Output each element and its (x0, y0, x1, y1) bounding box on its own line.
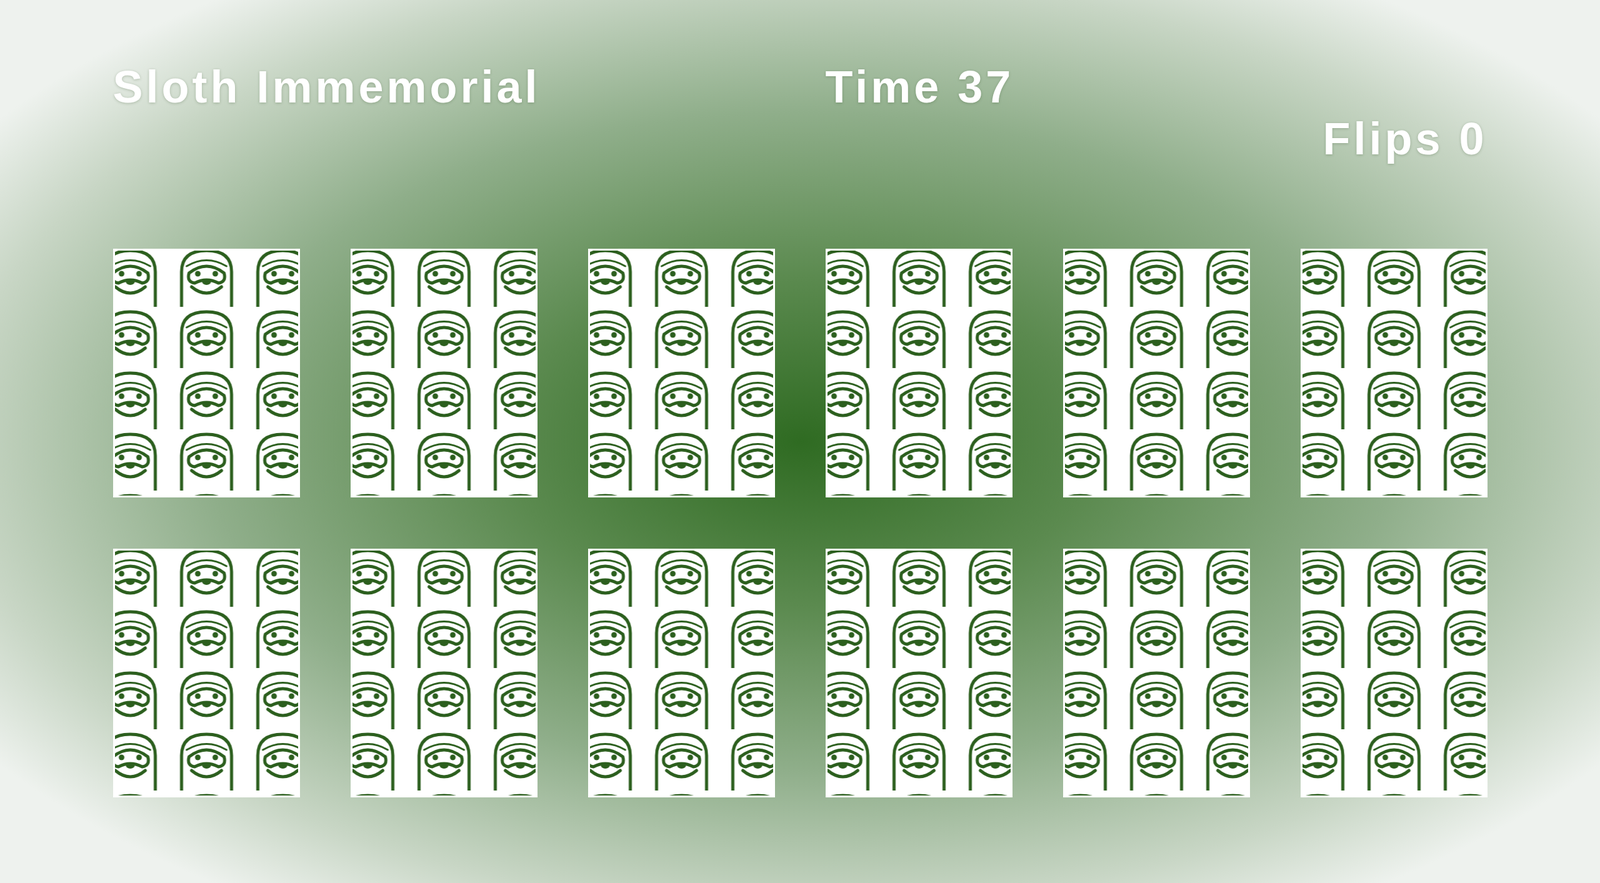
sloth-pattern-icon (827, 550, 1011, 796)
game-screen: Sloth Immemorial Time 37 Flips 0 (0, 0, 1600, 883)
memory-card[interactable] (825, 548, 1013, 798)
memory-card[interactable] (350, 548, 538, 798)
memory-card[interactable] (1063, 548, 1250, 798)
sloth-pattern-icon (1065, 550, 1249, 796)
sloth-pattern-icon (115, 550, 299, 796)
game-title: Sloth Immemorial (113, 61, 541, 114)
memory-card[interactable] (1300, 248, 1488, 498)
sloth-pattern-icon (590, 250, 774, 496)
memory-card[interactable] (113, 248, 300, 498)
memory-card[interactable] (350, 248, 538, 498)
memory-card[interactable] (825, 248, 1013, 498)
sloth-pattern-icon (827, 250, 1011, 496)
memory-card[interactable] (1063, 248, 1250, 498)
sloth-pattern-icon (352, 250, 536, 496)
memory-card[interactable] (588, 548, 775, 798)
card-board (113, 248, 1488, 798)
sloth-pattern-icon (1302, 250, 1486, 496)
memory-card[interactable] (1300, 548, 1488, 798)
memory-card[interactable] (113, 548, 300, 798)
sloth-pattern-icon (115, 250, 299, 496)
sloth-pattern-icon (590, 550, 774, 796)
sloth-pattern-icon (1065, 250, 1249, 496)
sloth-pattern-icon (352, 550, 536, 796)
memory-card[interactable] (588, 248, 775, 498)
game-header: Sloth Immemorial Time 37 Flips 0 (113, 61, 1488, 165)
flip-counter: Flips 0 (1322, 113, 1487, 165)
sloth-pattern-icon (1302, 550, 1486, 796)
timer: Time 37 (825, 61, 1015, 114)
